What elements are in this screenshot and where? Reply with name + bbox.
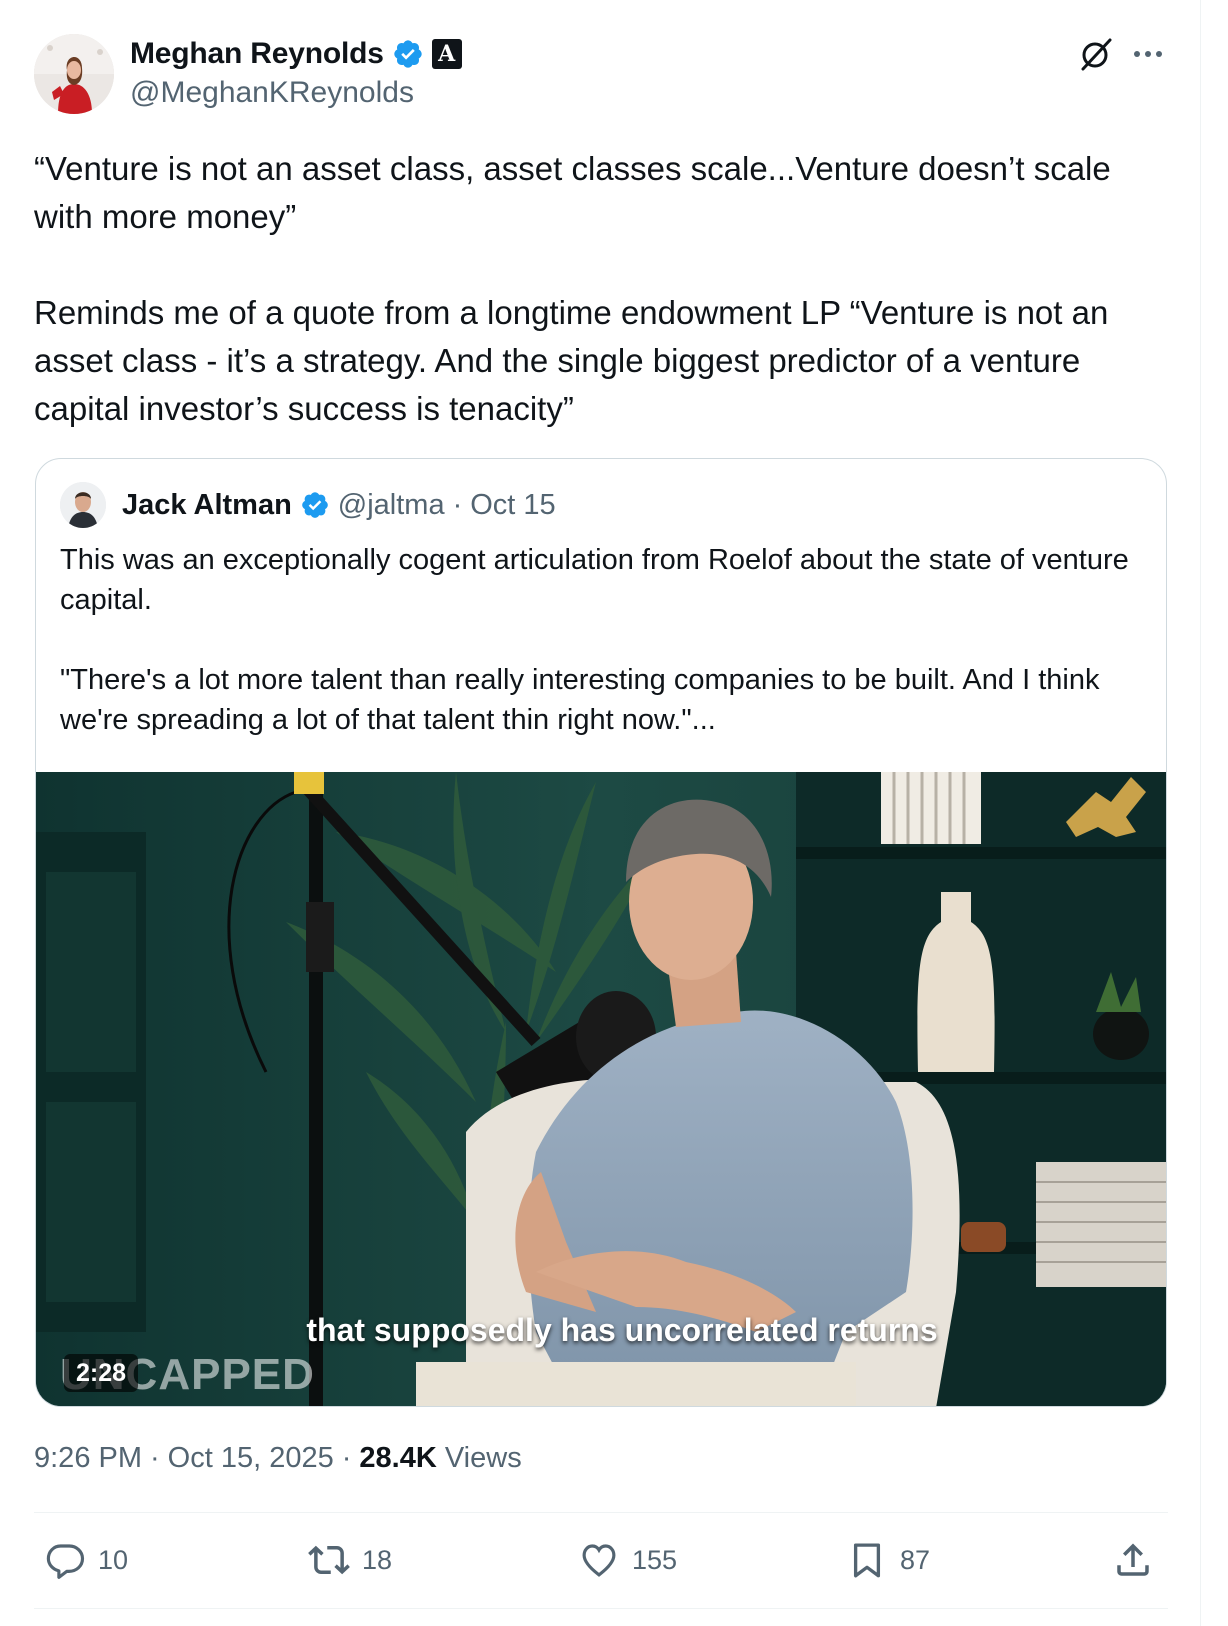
divider bbox=[34, 1608, 1168, 1609]
quoted-tweet-text: This was an exceptionally cogent articul… bbox=[60, 540, 1140, 740]
reply-count: 10 bbox=[98, 1544, 129, 1575]
separator-dot: · bbox=[452, 488, 463, 521]
affiliate-badge-icon[interactable]: A bbox=[431, 39, 462, 69]
retweet-icon bbox=[308, 1545, 350, 1575]
video-duration-badge: 2:28 bbox=[64, 1354, 139, 1392]
bookmark-icon bbox=[853, 1543, 881, 1578]
author-display-name[interactable]: Meghan Reynolds bbox=[130, 37, 384, 71]
author-avatar[interactable] bbox=[34, 34, 114, 114]
tweet-paragraph: “Venture is not an asset class, asset cl… bbox=[34, 150, 1111, 235]
tweet-text: “Venture is not an asset class, asset cl… bbox=[34, 145, 1164, 433]
grok-icon[interactable] bbox=[1078, 36, 1114, 72]
separator-dot: · bbox=[341, 1442, 352, 1474]
verified-badge-icon[interactable] bbox=[392, 38, 424, 70]
quoted-author-name[interactable]: Jack Altman bbox=[122, 489, 292, 522]
separator-dot: · bbox=[150, 1442, 160, 1474]
retweet-count: 18 bbox=[362, 1544, 393, 1575]
quoted-paragraph: This was an exceptionally cogent articul… bbox=[60, 544, 1129, 616]
verified-badge-icon[interactable] bbox=[300, 490, 330, 520]
quoted-tweet-date[interactable]: Oct 15 bbox=[470, 489, 555, 522]
video-player[interactable]: UNCAPPED that supposedly has uncorrelate… bbox=[36, 772, 1166, 1406]
share-icon bbox=[1117, 1543, 1149, 1576]
tweet-paragraph: Reminds me of a quote from a longtime en… bbox=[34, 294, 1109, 427]
more-options-icon[interactable] bbox=[1130, 38, 1166, 70]
author-name-row: Meghan Reynolds A bbox=[130, 34, 462, 74]
tweet-time[interactable]: 9:26 PM bbox=[34, 1442, 142, 1475]
quoted-tweet-card[interactable]: Jack Altman @jaltma · Oct 15 This was an… bbox=[35, 458, 1167, 1407]
views-label: Views bbox=[444, 1442, 522, 1474]
tweet-meta: 9:26 PM · Oct 15, 2025 · 28.4K Views bbox=[34, 1442, 522, 1475]
reply-button[interactable]: 10 bbox=[44, 1538, 128, 1582]
divider bbox=[34, 1512, 1168, 1513]
author-handle[interactable]: @MeghanKReynolds bbox=[130, 76, 414, 110]
retweet-button[interactable]: 18 bbox=[308, 1538, 392, 1582]
heart-icon bbox=[582, 1544, 616, 1577]
quoted-paragraph: "There's a lot more talent than really i… bbox=[60, 664, 1100, 736]
bookmark-button[interactable]: 87 bbox=[846, 1538, 930, 1582]
views-stat[interactable]: 28.4K Views bbox=[359, 1442, 521, 1475]
quoted-author-avatar[interactable] bbox=[60, 482, 106, 528]
share-button[interactable] bbox=[1112, 1538, 1154, 1582]
views-count: 28.4K bbox=[359, 1442, 437, 1474]
bookmark-count: 87 bbox=[900, 1544, 931, 1575]
quoted-author-handle[interactable]: @jaltma bbox=[338, 489, 445, 522]
tweet-date[interactable]: Oct 15, 2025 bbox=[168, 1442, 334, 1475]
quoted-tweet-header: Jack Altman @jaltma · Oct 15 bbox=[60, 482, 556, 528]
like-button[interactable]: 155 bbox=[578, 1538, 677, 1582]
avatar-photo bbox=[34, 34, 114, 114]
like-count: 155 bbox=[632, 1544, 678, 1575]
reply-icon bbox=[46, 1544, 85, 1579]
video-subtitle: that supposedly has uncorrelated returns bbox=[306, 1312, 938, 1348]
